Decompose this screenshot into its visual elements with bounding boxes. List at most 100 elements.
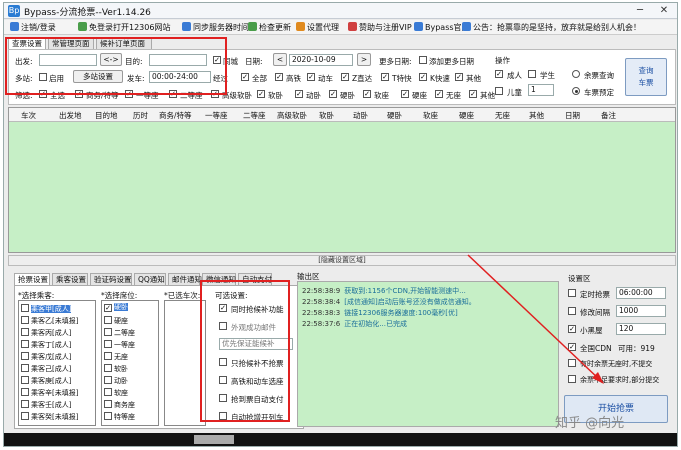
list-item-checkbox[interactable]	[104, 376, 112, 384]
settings-tab-0[interactable]: 抢票设置	[14, 273, 50, 285]
list-item[interactable]: 乘客乙[未填报]	[21, 315, 78, 325]
list-item-checkbox[interactable]: ✓	[104, 304, 112, 312]
column-header[interactable]: 备注	[601, 110, 616, 121]
list-item-checkbox[interactable]	[21, 388, 29, 396]
train-type-checkbox[interactable]: ✓	[275, 73, 283, 81]
settings-tab-2[interactable]: 验证码设置	[90, 273, 132, 285]
list-item[interactable]: 动卧	[104, 375, 128, 385]
child-count-stepper[interactable]: 1	[528, 84, 554, 96]
blackroom-input[interactable]: 120	[616, 323, 666, 335]
list-item[interactable]: 乘客戊[成人]	[21, 351, 71, 361]
menu-item-4[interactable]: 设置代理	[296, 21, 339, 34]
next-date-button[interactable]: >	[357, 53, 371, 66]
list-item[interactable]: 商务座	[104, 399, 135, 409]
list-item-checkbox[interactable]	[104, 340, 112, 348]
list-item-checkbox[interactable]	[104, 364, 112, 372]
column-header[interactable]: 一等座	[205, 110, 228, 121]
column-header[interactable]: 高级软卧	[277, 110, 307, 121]
timed-checkbox[interactable]	[568, 289, 576, 297]
hide-settings-toggle[interactable]: [隐藏设置区域]	[8, 255, 676, 266]
column-header[interactable]: 商务/特等	[159, 110, 192, 121]
seat-filter-checkbox[interactable]: ✓	[329, 90, 337, 98]
passenger-list[interactable]: 乘客甲[成人] 乘客乙[未填报] 乘客丙[成人] 乘客丁[成人] 乘客戊[成人] 乘客己[…	[18, 300, 96, 426]
list-item[interactable]: 乘客甲[成人]	[21, 303, 72, 313]
menu-item-2[interactable]: 同步服务器时间	[182, 21, 249, 34]
list-item-checkbox[interactable]	[21, 352, 29, 360]
column-header[interactable]: 出发地	[59, 110, 82, 121]
list-item-checkbox[interactable]	[21, 316, 29, 324]
no-seat-checkbox[interactable]	[568, 359, 576, 367]
list-item-checkbox[interactable]	[104, 388, 112, 396]
prev-date-button[interactable]: <	[273, 53, 287, 66]
list-item[interactable]: 乘客辛[未填报]	[21, 387, 78, 397]
interval-input[interactable]: 1000	[616, 305, 666, 317]
list-item[interactable]: 乘客丙[成人]	[21, 327, 71, 337]
list-item-checkbox[interactable]	[104, 328, 112, 336]
list-item[interactable]: 乘客己[成人]	[21, 363, 71, 373]
menu-item-3[interactable]: 检查更新	[248, 21, 291, 34]
settings-tab-1[interactable]: 乘客设置	[52, 273, 88, 285]
close-button[interactable]: ✕	[654, 4, 674, 18]
list-item-checkbox[interactable]	[21, 400, 29, 408]
menu-item-0[interactable]: 注销/登录	[10, 21, 56, 34]
settings-tab-4[interactable]: 邮件通知	[168, 273, 202, 285]
add-date-checkbox[interactable]	[419, 56, 427, 64]
list-item[interactable]: 乘客庚[成人]	[21, 375, 71, 385]
list-item-checkbox[interactable]	[21, 412, 29, 420]
student-checkbox[interactable]	[528, 70, 536, 78]
list-item-checkbox[interactable]	[21, 364, 29, 372]
list-item[interactable]: 乘客丁[成人]	[21, 339, 71, 349]
list-item-checkbox[interactable]	[104, 352, 112, 360]
remain-query-radio[interactable]	[572, 70, 580, 78]
minimize-button[interactable]: ─	[630, 4, 650, 18]
seat-filter-checkbox[interactable]: ✓	[435, 90, 443, 98]
column-header[interactable]: 日期	[565, 110, 580, 121]
seat-filter-checkbox[interactable]: ✓	[401, 90, 409, 98]
interval-checkbox[interactable]	[568, 307, 576, 315]
list-item-checkbox[interactable]	[21, 328, 29, 336]
list-item-checkbox[interactable]	[21, 340, 29, 348]
column-header[interactable]: 动卧	[353, 110, 368, 121]
list-item-checkbox[interactable]	[21, 376, 29, 384]
seat-filter-checkbox[interactable]: ✓	[295, 90, 303, 98]
list-item-checkbox[interactable]	[104, 400, 112, 408]
column-header[interactable]: 车次	[21, 110, 36, 121]
list-item[interactable]: 特等座	[104, 411, 135, 421]
list-item-checkbox[interactable]	[104, 412, 112, 420]
list-item-checkbox[interactable]	[21, 304, 29, 312]
menu-item-7[interactable]: 公告：抢票靠的是坚持，放弃就是给别人机会！	[462, 21, 641, 34]
list-item[interactable]: 一等座	[104, 339, 135, 349]
train-type-checkbox[interactable]: ✓	[241, 73, 249, 81]
list-item[interactable]: 软座	[104, 387, 128, 397]
train-type-checkbox[interactable]: ✓	[455, 73, 463, 81]
column-header[interactable]: 硬座	[459, 110, 474, 121]
list-item[interactable]: 软卧	[104, 363, 128, 373]
column-header[interactable]: 其他	[529, 110, 544, 121]
train-type-checkbox[interactable]: ✓	[381, 73, 389, 81]
cdn-checkbox[interactable]: ✓	[568, 343, 576, 351]
blackroom-checkbox[interactable]: ✓	[568, 325, 576, 333]
seat-filter-checkbox[interactable]: ✓	[363, 90, 371, 98]
train-type-checkbox[interactable]: ✓	[419, 73, 427, 81]
column-header[interactable]: 无座	[495, 110, 510, 121]
adult-checkbox[interactable]: ✓	[495, 70, 503, 78]
date-input[interactable]: 2020-10-09	[289, 54, 353, 66]
menu-item-5[interactable]: 赞助与注册VIP	[348, 21, 412, 34]
menu-item-1[interactable]: 免登录打开12306网站	[78, 21, 170, 34]
partial-submit-checkbox[interactable]	[568, 375, 576, 383]
list-item[interactable]: 无座	[104, 351, 128, 361]
column-header[interactable]: 软卧	[319, 110, 334, 121]
list-item[interactable]: 乘客壬[成人]	[21, 399, 71, 409]
list-item-checkbox[interactable]	[104, 316, 112, 324]
column-header[interactable]: 软座	[423, 110, 438, 121]
column-header[interactable]: 硬卧	[387, 110, 402, 121]
seat-filter-checkbox[interactable]: ✓	[469, 90, 477, 98]
list-item[interactable]: ✓ 硬卧	[104, 303, 128, 313]
seat-filter-checkbox[interactable]: ✓	[257, 90, 265, 98]
query-button[interactable]: 查询 车票	[625, 58, 667, 96]
list-item[interactable]: 乘客癸[未填报]	[21, 411, 78, 421]
reserve-radio[interactable]	[572, 87, 580, 95]
train-type-checkbox[interactable]: ✓	[341, 73, 349, 81]
list-item[interactable]: 二等座	[104, 327, 135, 337]
list-item[interactable]: 硬座	[104, 315, 128, 325]
